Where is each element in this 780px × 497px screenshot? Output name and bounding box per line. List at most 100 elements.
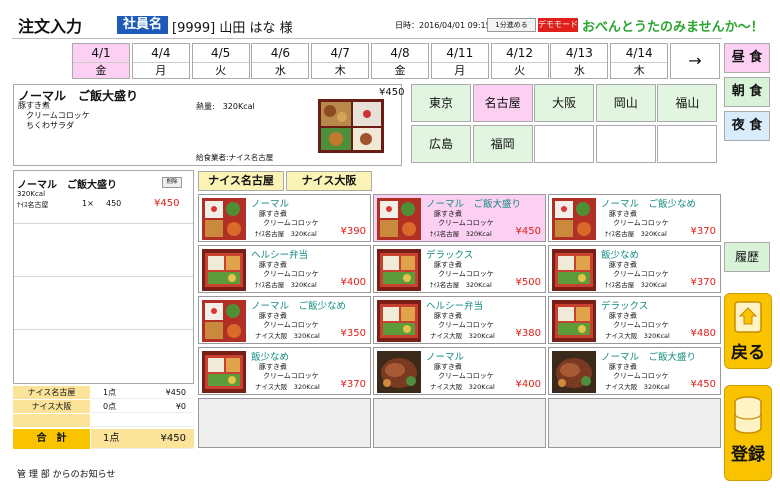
product-card[interactable]: ノーマル ご飯少なめ 豚すき煮 クリームコロッケ ナイス大阪 320Kcal ¥350 <box>198 296 371 344</box>
date-tab[interactable]: 4/12 火 <box>490 43 549 79</box>
region-button[interactable]: 東京 <box>411 84 471 122</box>
date-tab-weekday: 月 <box>454 64 466 77</box>
product-price: ¥370 <box>690 226 716 237</box>
product-supplier: ナイス大阪 320Kcal <box>430 383 495 391</box>
date-tab[interactable]: 4/14 木 <box>610 43 669 79</box>
date-tab-weekday: 木 <box>633 64 645 77</box>
product-card[interactable]: デラックス 豚すき煮 クリームコロッケ ナイス大阪 320Kcal ¥480 <box>548 296 721 344</box>
date-tab[interactable]: 4/4 月 <box>131 43 190 79</box>
page-title: 注文入力 <box>18 17 83 36</box>
product-item: クリームコロッケ <box>263 270 319 278</box>
bento-photo <box>377 300 421 342</box>
product-supplier: ﾅｲｽ名古屋 320Kcal <box>430 230 492 238</box>
spacer-cell <box>91 414 194 427</box>
product-empty-slot <box>373 398 546 448</box>
product-name: デラックス <box>426 250 474 261</box>
date-tab-weekday: 木 <box>334 64 346 77</box>
bento-photo <box>202 198 246 240</box>
product-card[interactable]: ノーマル 豚すき煮 クリームコロッケ ﾅｲｽ名古屋 320Kcal ¥390 <box>198 194 371 242</box>
product-name: ノーマル ご飯大盛り <box>426 199 522 210</box>
total-row: ナイス大阪 0点 ¥0 <box>13 400 194 413</box>
detail-items: 豚すき煮 クリームコロッケ ちくわサラダ <box>18 101 90 131</box>
register-label: 登録 <box>731 445 765 465</box>
region-button[interactable]: 福岡 <box>472 125 533 163</box>
product-name: ノーマル ご飯少なめ <box>601 199 697 210</box>
product-card[interactable]: ノーマル ご飯大盛り 豚すき煮 クリームコロッケ ナイス大阪 320Kcal ¥450 <box>548 347 721 395</box>
product-item: クリームコロッケ <box>263 321 319 329</box>
product-price: ¥480 <box>690 328 716 339</box>
date-tab-date: 4/5 <box>192 44 249 63</box>
region-button[interactable]: 名古屋 <box>472 84 533 122</box>
bento-photo <box>377 198 421 240</box>
date-tab[interactable]: 4/7 木 <box>311 43 370 79</box>
advance-one-minute-button[interactable]: 1分進める <box>487 18 536 32</box>
bento-photo <box>552 198 596 240</box>
product-card[interactable]: ヘルシー弁当 豚すき煮 クリームコロッケ ナイス大阪 320Kcal ¥380 <box>373 296 546 344</box>
bento-photo <box>377 249 421 291</box>
date-tab-weekday: 火 <box>514 64 526 77</box>
meal-dinner-button[interactable]: 夜 食 <box>724 111 770 141</box>
product-supplier: ナイス大阪 320Kcal <box>605 383 670 391</box>
product-item: クリームコロッケ <box>613 321 669 329</box>
next-dates-button[interactable]: → <box>670 43 720 79</box>
product-name: ヘルシー弁当 <box>251 250 309 261</box>
product-card[interactable]: 飯少なめ 豚すき煮 クリームコロッケ ナイス大阪 320Kcal ¥370 <box>198 347 371 395</box>
product-card[interactable]: ノーマル ご飯大盛り 豚すき煮 クリームコロッケ ﾅｲｽ名古屋 320Kcal ¥450 <box>373 194 546 242</box>
date-tab[interactable]: 4/11 月 <box>430 43 489 79</box>
meal-lunch-button[interactable]: 昼 食 <box>724 43 770 73</box>
product-supplier: ﾅｲｽ名古屋 320Kcal <box>605 281 667 289</box>
product-item: クリームコロッケ <box>438 372 494 380</box>
product-name: ヘルシー弁当 <box>426 301 484 312</box>
total-supplier: ナイス大阪 <box>13 400 90 413</box>
region-button[interactable]: 広島 <box>411 125 471 163</box>
product-price: ¥380 <box>515 328 541 339</box>
history-button[interactable]: 履歴 <box>724 242 770 272</box>
delete-button[interactable]: 削除 <box>162 177 182 188</box>
product-item: クリームコロッケ <box>438 321 494 329</box>
date-tab[interactable]: 4/13 水 <box>550 43 609 79</box>
employee-label: 社員名 <box>117 16 169 34</box>
date-tab[interactable]: 4/5 火 <box>191 43 250 79</box>
date-tab-date: 4/8 <box>372 44 428 63</box>
region-empty-slot <box>657 125 718 163</box>
meal-breakfast-button[interactable]: 朝 食 <box>724 77 770 107</box>
supplier-tab-osaka[interactable]: ナイス大阪 <box>286 171 372 191</box>
demo-mode-badge: デモモード <box>538 18 578 32</box>
datetime: 日時：2016/04/01 09:15 <box>395 21 491 30</box>
product-item: クリームコロッケ <box>613 219 669 227</box>
product-item: クリームコロッケ <box>438 270 494 278</box>
product-card[interactable]: ノーマル 豚すき煮 クリームコロッケ ナイス大阪 320Kcal ¥400 <box>373 347 546 395</box>
date-tab[interactable]: 4/6 水 <box>251 43 310 79</box>
date-tab[interactable]: 4/8 金 <box>371 43 429 79</box>
product-card[interactable]: ノーマル ご飯少なめ 豚すき煮 クリームコロッケ ﾅｲｽ名古屋 320Kcal ¥370 <box>548 194 721 242</box>
order-item-amount: ¥450 <box>154 198 180 209</box>
bento-photo <box>318 99 384 153</box>
register-button[interactable]: 登録 <box>724 385 772 481</box>
bento-photo <box>202 351 246 393</box>
grand-total-row: 合 計 1点 ¥450 <box>13 429 194 449</box>
total-row: ナイス名古屋 1点 ¥450 <box>13 386 194 399</box>
back-button[interactable]: 戻る <box>724 293 772 369</box>
product-price: ¥370 <box>690 277 716 288</box>
product-supplier: ﾅｲｽ名古屋 320Kcal <box>255 230 317 238</box>
bento-photo <box>202 249 246 291</box>
product-price: ¥350 <box>340 328 366 339</box>
region-button[interactable]: 大阪 <box>534 84 595 122</box>
date-tab-date: 4/14 <box>611 44 668 63</box>
supplier-tab-nagoya[interactable]: ナイス名古屋 <box>198 171 284 191</box>
date-tab[interactable]: 4/1 金 <box>72 43 130 79</box>
bento-photo <box>202 300 246 342</box>
product-card[interactable]: ヘルシー弁当 豚すき煮 クリームコロッケ ﾅｲｽ名古屋 320Kcal ¥400 <box>198 245 371 293</box>
region-empty-slot <box>595 125 656 163</box>
product-supplier: ナイス大阪 320Kcal <box>255 383 320 391</box>
region-button[interactable]: 岡山 <box>595 84 656 122</box>
product-card[interactable]: 飯少なめ 豚すき煮 クリームコロッケ ﾅｲｽ名古屋 320Kcal ¥370 <box>548 245 721 293</box>
product-card[interactable]: デラックス 豚すき煮 クリームコロッケ ﾅｲｽ名古屋 320Kcal ¥500 <box>373 245 546 293</box>
total-amount: ¥0 <box>175 402 186 411</box>
order-item-name: ノーマル ご飯大盛り <box>17 180 117 191</box>
product-name: 飯少なめ <box>251 352 290 363</box>
region-button[interactable]: 福山 <box>657 84 718 122</box>
grand-total-label: 合 計 <box>13 429 90 449</box>
product-empty-slot <box>198 398 371 448</box>
bento-photo <box>552 249 596 291</box>
